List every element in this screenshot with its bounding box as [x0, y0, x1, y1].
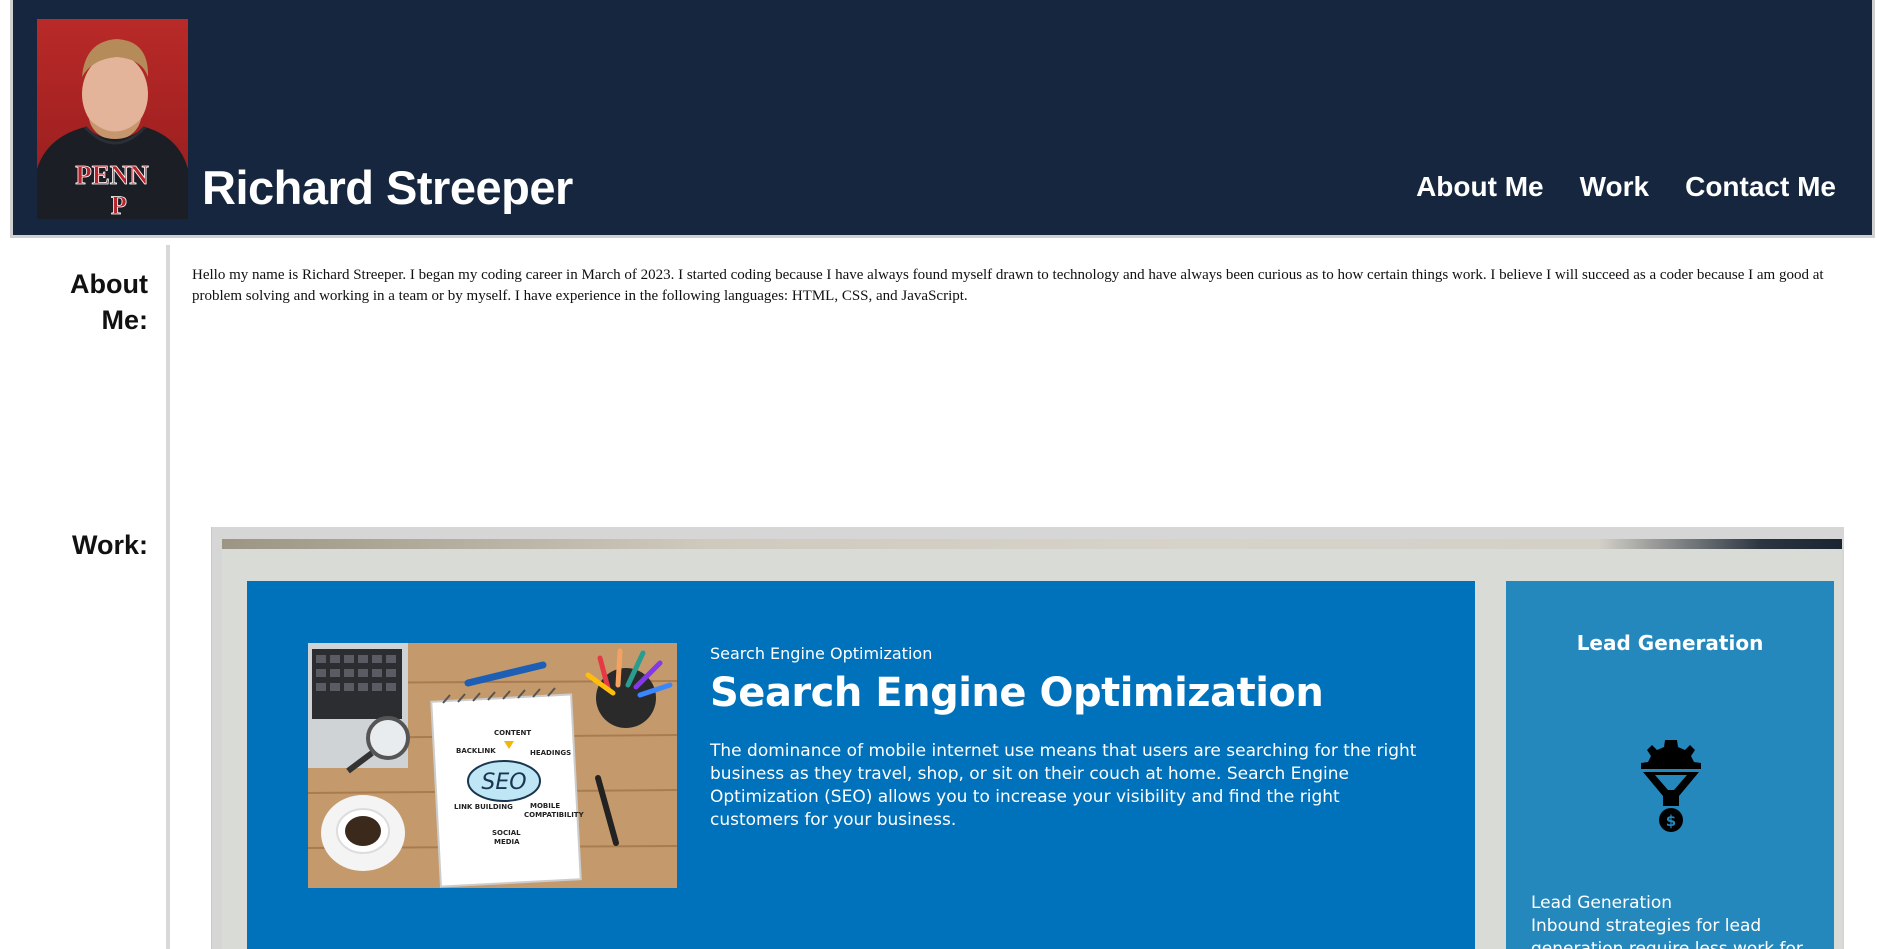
section-divider: [166, 245, 170, 949]
seo-image: SEO BACKLINK CONTENT HEADINGS LINK BUILD…: [308, 643, 677, 888]
site-title: Richard Streeper: [202, 161, 573, 214]
work-preview-content: SEO BACKLINK CONTENT HEADINGS LINK BUILD…: [222, 539, 1842, 949]
svg-text:P: P: [111, 191, 127, 219]
svg-text:SEO: SEO: [481, 770, 526, 795]
about-paragraph: Hello my name is Richard Streeper. I beg…: [192, 267, 1824, 304]
lead-description: Lead Generation Inbound strategies for l…: [1531, 892, 1821, 949]
about-heading: About Me:: [70, 269, 148, 335]
seo-kicker: Search Engine Optimization: [710, 644, 933, 663]
svg-text:HEADINGS: HEADINGS: [530, 749, 571, 757]
svg-text:COMPATIBILITY: COMPATIBILITY: [524, 811, 585, 819]
svg-text:MEDIA: MEDIA: [494, 838, 520, 846]
work-heading: Work:: [71, 530, 148, 560]
seo-title: Search Engine Optimization: [710, 670, 1324, 716]
work-preview[interactable]: SEO BACKLINK CONTENT HEADINGS LINK BUILD…: [211, 527, 1844, 949]
svg-text:MOBILE: MOBILE: [530, 802, 560, 810]
profile-photo: PENN P: [37, 19, 188, 219]
seo-description: The dominance of mobile internet use mea…: [710, 741, 1417, 830]
svg-text:$: $: [1666, 812, 1676, 830]
shirt-logo: PENN: [75, 160, 149, 190]
nav-work[interactable]: Work: [1580, 168, 1650, 206]
seo-card: SEO BACKLINK CONTENT HEADINGS LINK BUILD…: [247, 581, 1475, 949]
svg-text:SOCIAL: SOCIAL: [492, 829, 521, 837]
hero-image-strip: [222, 539, 1842, 549]
funnel-gear-dollar-icon: $: [1641, 740, 1701, 832]
nav-about-me[interactable]: About Me: [1416, 168, 1544, 206]
svg-text:BACKLINK: BACKLINK: [456, 747, 496, 755]
svg-text:CONTENT: CONTENT: [494, 729, 531, 737]
svg-text:LINK BUILDING: LINK BUILDING: [454, 803, 513, 811]
lead-body: Inbound strategies for lead generation r…: [1531, 916, 1803, 949]
lead-subtitle: Lead Generation: [1531, 893, 1673, 913]
site-header: PENN P Richard Streeper About Me Work Co…: [10, 0, 1875, 238]
nav-contact-me[interactable]: Contact Me: [1685, 168, 1836, 206]
lead-generation-card: Lead Generation $ Lead Generation Inboun…: [1506, 581, 1834, 949]
lead-title: Lead Generation: [1576, 631, 1764, 655]
main-nav: About Me Work Contact Me: [1416, 168, 1836, 206]
